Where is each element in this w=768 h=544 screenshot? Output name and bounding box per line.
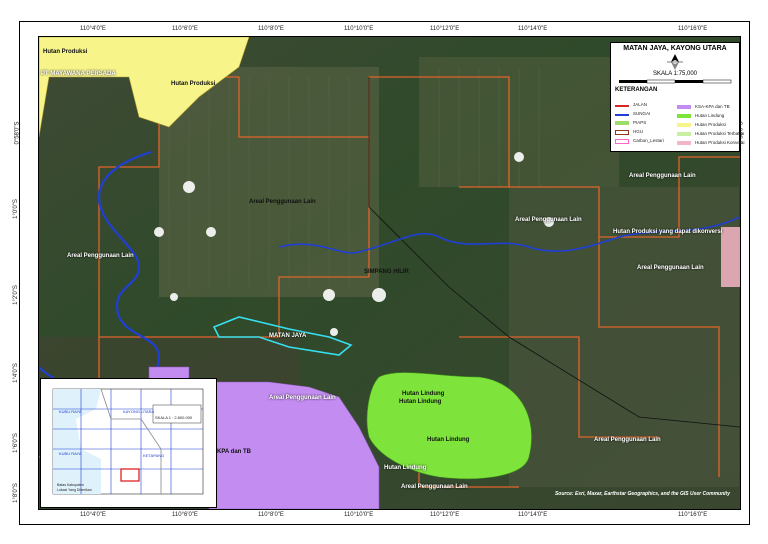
bottom-tick: 110°8'0"E	[258, 512, 284, 518]
left-tick: 1°4'0"S	[12, 363, 19, 383]
map-label: Hutan Produksi yang dapat dikonversi	[613, 229, 723, 235]
legend-swatch	[677, 123, 691, 127]
top-tick: 110°10'0"E	[344, 26, 374, 32]
left-tick: 1°2'0"S	[12, 285, 19, 305]
legend-swatch	[615, 139, 629, 144]
top-tick: 110°16'0"E	[678, 26, 708, 32]
legend-swatch	[615, 130, 629, 135]
bottom-tick: 110°16'0"E	[678, 512, 708, 518]
map-label: Hutan Lindung	[402, 391, 445, 397]
legend-swatch	[615, 114, 629, 116]
inset-label: KAYONG UTARA	[123, 409, 155, 414]
bottom-tick: 110°6'0"E	[172, 512, 198, 518]
map-label: Hutan Produksi	[171, 81, 216, 87]
map-label: Areal Penggunaan Lain	[401, 484, 468, 490]
scale-bar	[619, 79, 732, 84]
left-tick: 1°8'0"S	[12, 483, 19, 503]
inset-legend-item: Lokasi Yang Diberikan	[57, 488, 92, 492]
map-label: Hutan Lindung	[427, 437, 470, 443]
scale-text: SKALA 1:75,000	[652, 71, 698, 77]
inset-legend-item: Batas Kabupaten	[57, 483, 84, 487]
map-label: Areal Penggunaan Lain	[515, 217, 582, 223]
bottom-tick: 110°4'0"E	[80, 512, 106, 518]
inset-scale: SKALA 1 : 2.800.000	[155, 415, 193, 420]
legend-swatch	[677, 114, 691, 118]
legend-item: PIAPS	[633, 120, 647, 125]
north-arrow-icon	[667, 54, 683, 70]
map-label: Areal Penggunaan Lain	[67, 253, 134, 259]
map-label: Hutan Produksi	[43, 49, 88, 55]
legend-item: Carbon_Lestari	[633, 138, 664, 143]
inset-label: KUBU RAYA	[59, 409, 82, 414]
legend-swatch	[677, 105, 691, 109]
top-tick: 110°14'0"E	[518, 26, 548, 32]
legend-swatch	[615, 105, 629, 107]
legend-swatch	[677, 132, 691, 136]
map-label: Areal Penggunaan Lain	[594, 437, 661, 443]
inset-map: KUBU RAYA KAYONG UTARA KUBU RAYA KETAPAN…	[40, 378, 217, 508]
bottom-tick: 110°14'0"E	[518, 512, 548, 518]
legend-item: SUNGAI	[633, 111, 651, 116]
inset-label: KUBU RAYA	[59, 451, 82, 456]
legend-heading: KETERANGAN	[615, 87, 658, 93]
map-label: SIMPANG HILIR	[364, 269, 409, 275]
top-tick: 110°12'0"E	[430, 26, 460, 32]
inset-label: KETAPANG	[143, 453, 165, 458]
left-tick: 1°6'0"S	[12, 433, 19, 453]
legend-item: KSA-KPA dan TB	[695, 104, 730, 109]
legend-item: HGU	[633, 129, 643, 134]
map-label: Areal Penggunaan Lain	[637, 265, 704, 271]
legend-item: Hutan Produksi Terbatas	[695, 131, 745, 136]
top-tick: 110°6'0"E	[172, 26, 198, 32]
legend-panel: MATAN JAYA, KAYONG UTARA SKALA 1:75,000 …	[610, 42, 745, 152]
map-title: MATAN JAYA, KAYONG UTARA	[623, 45, 727, 52]
map-label: Areal Penggunaan Lain	[249, 199, 316, 205]
map-label: Areal Penggunaan Lain	[629, 173, 696, 179]
left-tick: 0°58'0"S	[14, 121, 21, 145]
bottom-tick: 110°10'0"E	[344, 512, 374, 518]
legend-items: JALAN SUNGAI PIAPS HGU Carbon_Lestari KS…	[615, 102, 745, 149]
map-label: Hutan Lindung	[384, 465, 427, 471]
legend-item: JALAN	[633, 102, 648, 107]
legend-item: Hutan Produksi	[695, 122, 726, 127]
map-label: PT MAYAWANA PERSADA	[41, 71, 116, 77]
left-tick: 1°0'0"S	[12, 199, 19, 219]
top-tick: 110°4'0"E	[80, 26, 106, 32]
map-label: KPA dan TB	[217, 449, 251, 455]
legend-item: Hutan Lindung	[695, 113, 725, 118]
legend-swatch	[677, 141, 691, 145]
map-label: Areal Penggunaan Lain	[269, 395, 336, 401]
legend-item: Hutan Produksi Konversi	[695, 140, 745, 145]
top-tick: 110°8'0"E	[258, 26, 284, 32]
legend-swatch	[615, 121, 629, 125]
map-label: MATAN JAYA	[269, 333, 307, 339]
map-label: Hutan Lindung	[399, 399, 442, 405]
map-credit: Source: Esri, Maxar, Earthstar Geographi…	[554, 491, 730, 497]
bottom-tick: 110°12'0"E	[430, 512, 460, 518]
